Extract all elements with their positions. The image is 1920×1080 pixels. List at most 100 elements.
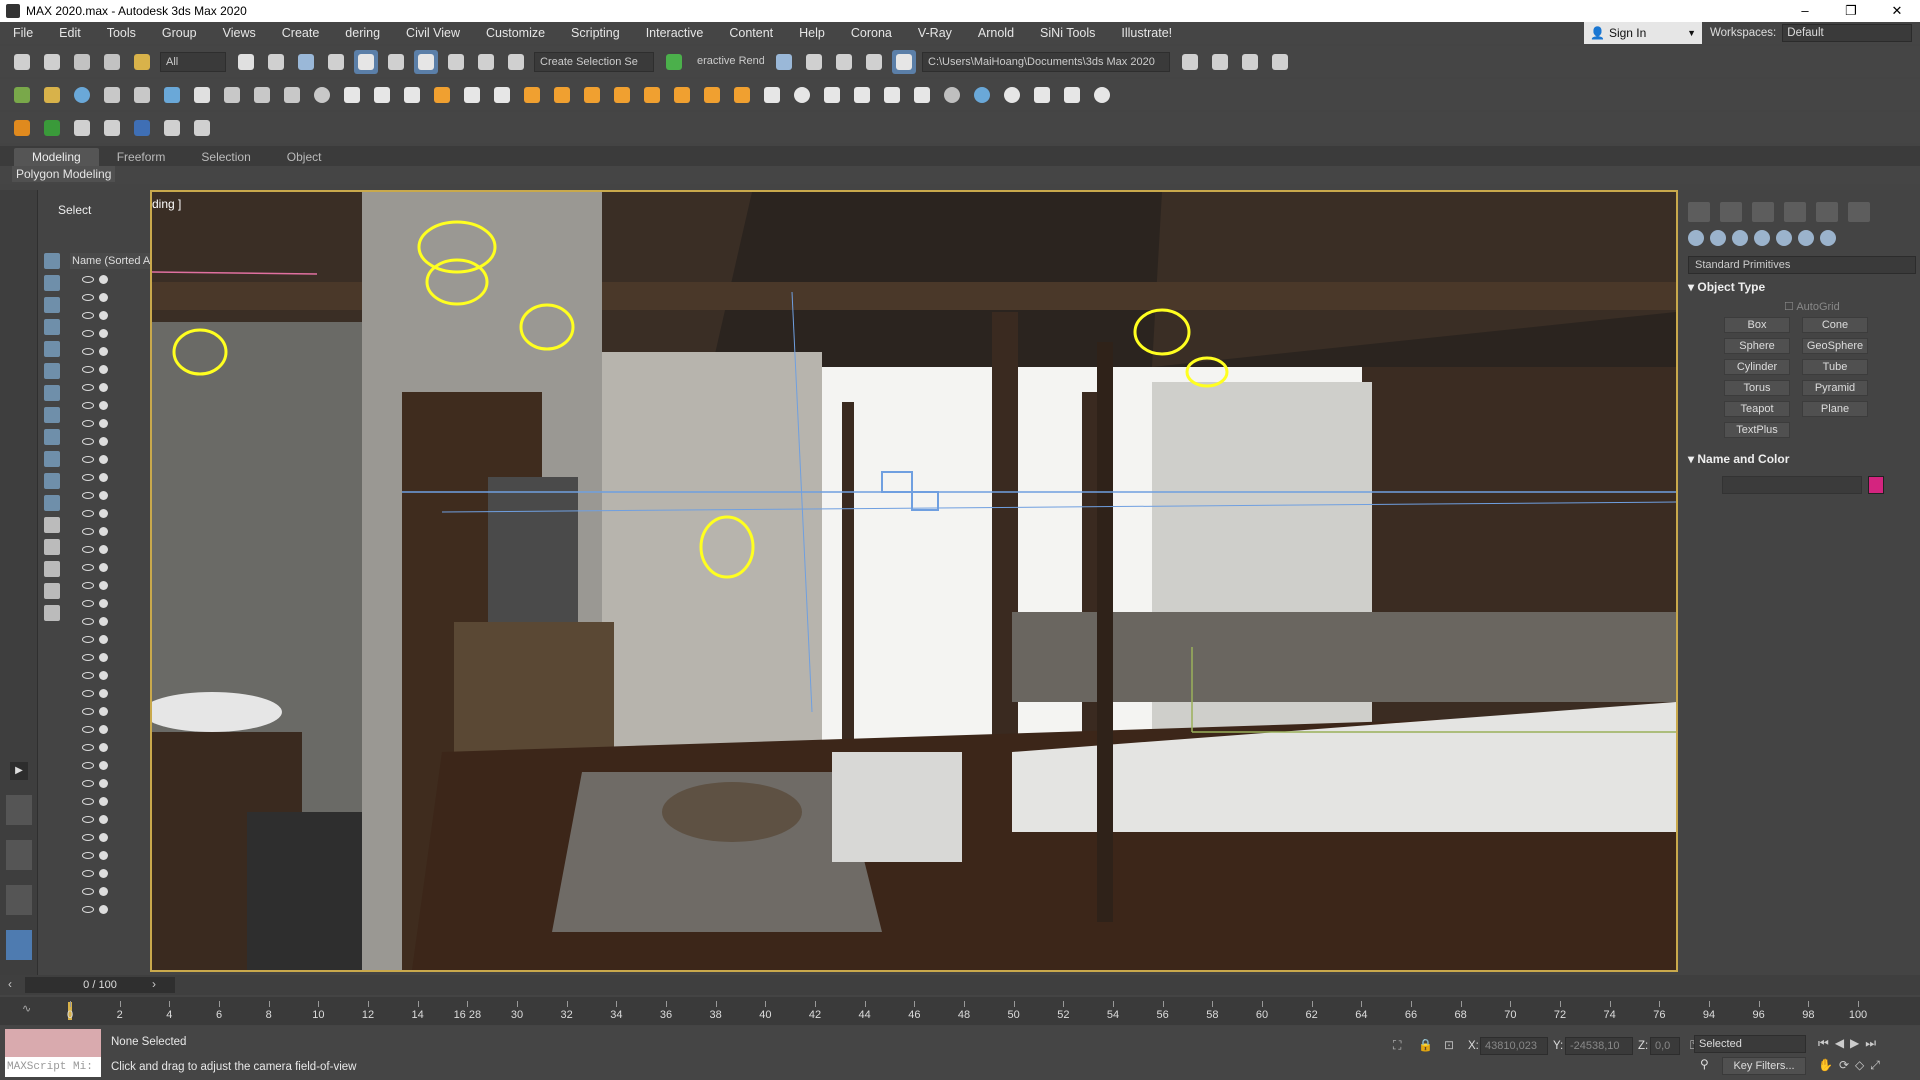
list-item[interactable]	[68, 540, 148, 558]
camera-viewport[interactable]	[150, 190, 1678, 972]
redo-icon[interactable]	[40, 50, 64, 74]
corona-frame-icon[interactable]	[460, 83, 484, 107]
object-color-swatch[interactable]	[1868, 476, 1884, 494]
list-item[interactable]	[68, 900, 148, 918]
helpers-icon[interactable]	[1776, 230, 1792, 246]
toggle-ribbon-icon[interactable]	[862, 50, 886, 74]
none-filter-icon[interactable]	[44, 539, 60, 555]
corona-sky-icon[interactable]	[580, 83, 604, 107]
scatter-icon[interactable]	[820, 83, 844, 107]
tab-selection[interactable]: Selection	[183, 148, 268, 166]
tab-modeling[interactable]: Modeling	[14, 148, 99, 166]
vray-light-icon[interactable]	[130, 83, 154, 107]
modify-tab-icon[interactable]	[1720, 202, 1742, 222]
light-filter-icon[interactable]	[44, 297, 60, 313]
menu-group[interactable]: Group	[149, 26, 210, 40]
list-icon[interactable]	[40, 83, 64, 107]
scene-explorer-icon[interactable]	[892, 49, 916, 74]
snap-3d-icon[interactable]	[384, 50, 408, 74]
corona-lightmix-icon[interactable]	[640, 83, 664, 107]
cylinder-button[interactable]: Cylinder	[1724, 359, 1790, 375]
list-item[interactable]	[68, 810, 148, 828]
checkmark-icon[interactable]	[1090, 83, 1114, 107]
set-key-icon[interactable]: ⚲	[1700, 1057, 1709, 1071]
time-slider[interactable]: ‹ 0 / 100 ›	[0, 975, 1920, 995]
interactive-render-label[interactable]: eractive Rend	[692, 51, 764, 72]
list-item[interactable]	[68, 738, 148, 756]
select-by-name-icon[interactable]	[264, 50, 288, 74]
list-item[interactable]	[68, 684, 148, 702]
material-sphere-icon[interactable]	[940, 83, 964, 107]
unlink-icon[interactable]	[100, 50, 124, 74]
corona-cube-icon[interactable]	[760, 83, 784, 107]
object-name-field[interactable]	[1722, 476, 1862, 494]
frozen-filter-icon[interactable]	[44, 473, 60, 489]
angle-snap-icon[interactable]	[414, 49, 438, 74]
hidden-filter-icon[interactable]	[44, 495, 60, 511]
particle-icon[interactable]	[100, 83, 124, 107]
menu-file[interactable]: File	[0, 26, 46, 40]
teapot-button[interactable]: Teapot	[1724, 401, 1790, 417]
list-item[interactable]	[68, 396, 148, 414]
tab-freeform[interactable]: Freeform	[99, 148, 184, 166]
list-item[interactable]	[68, 270, 148, 288]
proxy-icon[interactable]	[370, 83, 394, 107]
minimize-icon[interactable]: –	[1782, 3, 1828, 19]
list-item[interactable]	[68, 342, 148, 360]
y-coordinate-field[interactable]: -24538,10	[1565, 1037, 1633, 1055]
list-item[interactable]	[68, 378, 148, 396]
isolate-icon[interactable]: ⛶	[1393, 1038, 1401, 1053]
list-item[interactable]	[68, 504, 148, 522]
restore-icon[interactable]: ❐	[1828, 3, 1874, 19]
workspaces-select[interactable]: Default	[1782, 24, 1913, 42]
wrench-icon[interactable]	[160, 116, 184, 140]
forest-icon[interactable]	[10, 83, 34, 107]
menu-customize[interactable]: Customize	[473, 26, 558, 40]
corona-bright-icon[interactable]	[700, 83, 724, 107]
move-icon[interactable]	[324, 50, 348, 74]
material-editor-icon[interactable]	[1000, 83, 1024, 107]
render-layer-icon[interactable]	[662, 50, 686, 74]
link-icon[interactable]	[70, 50, 94, 74]
go-to-end-icon[interactable]: ⏭	[1865, 1036, 1876, 1051]
list-item[interactable]	[68, 648, 148, 666]
rotate-icon[interactable]	[354, 49, 378, 74]
layout-tab-3[interactable]	[6, 885, 32, 915]
play-icon[interactable]: ▶	[1850, 1036, 1859, 1051]
grass-icon[interactable]	[880, 83, 904, 107]
menu-corona[interactable]: Corona	[838, 26, 905, 40]
maxscript-listener[interactable]: MAXScript Mi:	[5, 1029, 101, 1077]
edit-named-selection-icon[interactable]	[504, 50, 528, 74]
cone-button[interactable]: Cone	[1802, 317, 1868, 333]
prev-key-icon[interactable]: ◀	[1835, 1036, 1844, 1051]
object-type-rollout[interactable]: ▾ Object Type	[1688, 280, 1916, 294]
display-tab-icon[interactable]	[1816, 202, 1838, 222]
helper-filter-icon[interactable]	[44, 341, 60, 357]
list-item[interactable]	[68, 414, 148, 432]
x-coordinate-field[interactable]: 43810,023	[1480, 1037, 1548, 1055]
all-filter-icon[interactable]	[44, 517, 60, 533]
corona-material-icon[interactable]	[790, 83, 814, 107]
list-item[interactable]	[68, 450, 148, 468]
sphere-light-icon[interactable]	[250, 83, 274, 107]
torus-button[interactable]: Torus	[1724, 380, 1790, 396]
geometry-icon[interactable]	[1688, 230, 1704, 246]
list-item[interactable]	[68, 432, 148, 450]
multi-material-icon[interactable]	[970, 83, 994, 107]
list-item[interactable]	[68, 702, 148, 720]
list-item[interactable]	[68, 468, 148, 486]
info-icon[interactable]	[310, 83, 334, 107]
spacewarps-icon[interactable]	[1798, 230, 1814, 246]
fov-icon[interactable]: ◇	[1855, 1058, 1864, 1073]
cameras-icon[interactable]	[1754, 230, 1770, 246]
menu-sini-tools[interactable]: SiNi Tools	[1027, 26, 1108, 40]
list-item[interactable]	[68, 522, 148, 540]
tube-button[interactable]: Tube	[1802, 359, 1868, 375]
help-icon[interactable]	[70, 83, 94, 107]
prev-frame-icon[interactable]: ‹	[8, 977, 12, 991]
sign-in-button[interactable]: 👤 Sign In ▼	[1584, 22, 1702, 44]
list-item[interactable]	[68, 612, 148, 630]
list-item[interactable]	[68, 630, 148, 648]
sun-icon[interactable]	[190, 83, 214, 107]
box-icon[interactable]	[400, 83, 424, 107]
